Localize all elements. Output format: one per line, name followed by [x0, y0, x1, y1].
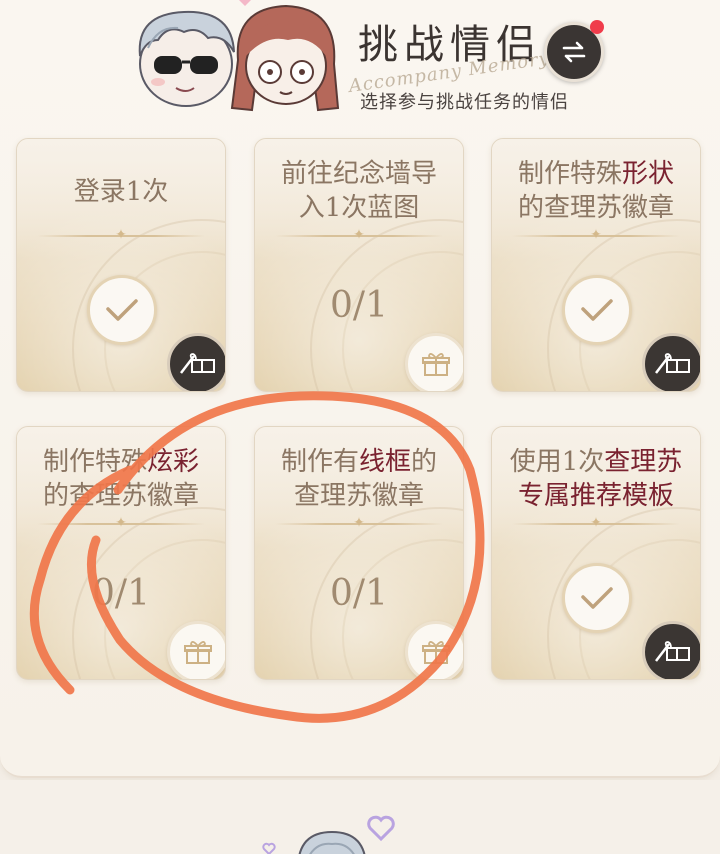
- checkmark-icon: [106, 299, 138, 321]
- task-card-special-shape[interactable]: 制作特殊形状 的查理苏徽章 ✦: [491, 138, 701, 392]
- gift-icon: [422, 641, 450, 664]
- page-subtitle: 选择参与挑战任务的情侣: [360, 92, 569, 113]
- task-progress: 0/1: [330, 573, 388, 614]
- heart-icon: [239, 0, 251, 6]
- completed-check: [562, 275, 632, 345]
- claimed-gift-icon: [655, 641, 690, 662]
- task-text: 登录1次: [73, 177, 169, 207]
- task-progress: 0/1: [92, 573, 150, 614]
- gift-reward-button[interactable]: [405, 621, 463, 679]
- notification-dot: [590, 20, 604, 34]
- gift-icon: [184, 641, 212, 664]
- avatar: [298, 830, 366, 854]
- gift-reward-button[interactable]: [167, 621, 225, 679]
- couple-avatars[interactable]: [128, 0, 340, 118]
- claimed-gift-icon: [180, 353, 215, 374]
- gift-icon: [422, 353, 450, 376]
- task-text: 制作有线框的 查理苏徽章: [280, 447, 438, 511]
- task-progress: 0/1: [330, 285, 388, 326]
- claimed-reward-button[interactable]: [167, 333, 225, 391]
- completed-check: [562, 563, 632, 633]
- claimed-gift-icon: [655, 353, 690, 374]
- task-text: 制作特殊形状 的查理苏徽章: [517, 159, 675, 223]
- swap-arrows-icon: [562, 41, 586, 63]
- claimed-reward-button[interactable]: [642, 333, 700, 391]
- gift-reward-button[interactable]: [405, 333, 463, 391]
- checkmark-icon: [581, 587, 613, 609]
- heart-icon: [262, 842, 276, 854]
- task-text: 使用1次查理苏 专属推荐模板: [509, 447, 683, 511]
- task-card-template[interactable]: 使用1次查理苏 专属推荐模板 ✦: [491, 426, 701, 680]
- girl-avatar: [230, 4, 340, 112]
- task-card-login[interactable]: 登录1次 ✦: [16, 138, 226, 392]
- task-text: 前往纪念墙导 入1次蓝图: [280, 159, 437, 223]
- task-card-memorial-wall[interactable]: 前往纪念墙导 入1次蓝图 ✦ 0/1: [254, 138, 464, 392]
- completed-check: [87, 275, 157, 345]
- task-card-wireframe-badge[interactable]: 制作有线框的 查理苏徽章 ✦ 0/1: [254, 426, 464, 680]
- task-text: 制作特殊炫彩 的查理苏徽章: [42, 447, 200, 511]
- checkmark-icon: [581, 299, 613, 321]
- claimed-reward-button[interactable]: [642, 621, 700, 679]
- task-card-special-colorful[interactable]: 制作特殊炫彩 的查理苏徽章 ✦ 0/1: [16, 426, 226, 680]
